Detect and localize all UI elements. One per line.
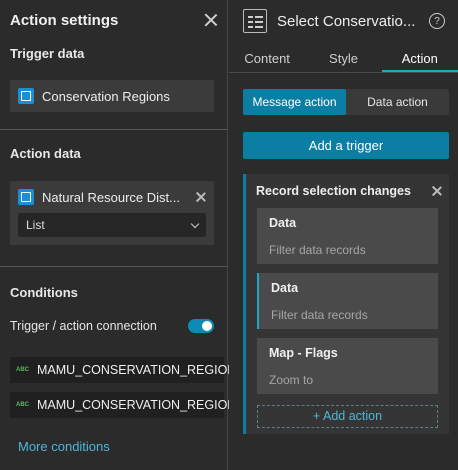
widget-settings-panel: Select Conservatio... ? Content Style Ac…: [229, 0, 458, 470]
conditions-title: Conditions: [10, 285, 78, 300]
add-trigger-button[interactable]: Add a trigger: [243, 132, 449, 159]
settings-tabs: Content Style Action: [229, 45, 458, 73]
action-item[interactable]: Map - Flags Zoom to: [257, 338, 438, 394]
condition-field-name: MAMU_CONSERVATION_REGION: [37, 363, 237, 377]
trigger-header: Record selection changes: [256, 184, 442, 198]
select-widget-icon: [243, 9, 267, 33]
condition-field-name: MAMU_CONSERVATION_REGION: [37, 398, 237, 412]
more-conditions-link[interactable]: More conditions: [18, 439, 110, 454]
close-icon[interactable]: [204, 13, 218, 27]
widget-header: Select Conservatio... ?: [243, 8, 448, 34]
action-settings-header: Action settings: [10, 10, 218, 30]
connection-row: Trigger / action connection: [10, 317, 214, 335]
trigger-data-source[interactable]: Conservation Regions: [10, 80, 214, 112]
trigger-card: Record selection changes Data Filter dat…: [243, 174, 449, 434]
trigger-title: Record selection changes: [256, 184, 411, 198]
tab-style[interactable]: Style: [305, 45, 381, 72]
divider: [0, 129, 228, 130]
view-select[interactable]: List: [18, 213, 206, 237]
chevron-down-icon: [190, 219, 200, 228]
view-select-value: List: [26, 218, 45, 232]
datasource-icon: [18, 189, 34, 205]
datasource-icon: [18, 88, 34, 104]
remove-datasource-icon[interactable]: [196, 192, 206, 202]
condition-field[interactable]: ABC MAMU_CONSERVATION_REGION: [10, 392, 236, 418]
action-item[interactable]: Data Filter data records: [257, 273, 438, 329]
tab-content[interactable]: Content: [229, 45, 305, 72]
action-item-subtitle: Zoom to: [269, 373, 314, 387]
data-action-button[interactable]: Data action: [346, 89, 449, 115]
action-item-title: Data: [269, 216, 297, 230]
panel-title: Action settings: [10, 11, 119, 29]
close-icon[interactable]: [432, 186, 442, 196]
action-type-switch: Message action Data action: [243, 89, 449, 115]
add-action-button[interactable]: + Add action: [257, 405, 438, 428]
action-data-source: Natural Resource Dist... List: [10, 181, 214, 245]
connection-label: Trigger / action connection: [10, 319, 157, 333]
trigger-data-source-label: Conservation Regions: [42, 88, 170, 104]
action-item-title: Map - Flags: [269, 346, 338, 360]
action-item-subtitle: Filter data records: [271, 308, 368, 322]
action-data-source-label[interactable]: Natural Resource Dist...: [42, 190, 196, 205]
divider: [0, 266, 228, 267]
condition-field[interactable]: ABC MAMU_CONSERVATION_REGION: [10, 357, 236, 383]
trigger-data-title: Trigger data: [10, 46, 85, 61]
tab-action[interactable]: Action: [381, 45, 458, 72]
action-item-subtitle: Filter data records: [269, 243, 366, 257]
action-item-title: Data: [271, 281, 299, 295]
message-action-button[interactable]: Message action: [243, 89, 346, 115]
action-settings-panel: Action settings Trigger data Conservatio…: [0, 0, 236, 470]
action-data-title: Action data: [10, 146, 81, 161]
widget-title: Select Conservatio...: [277, 12, 416, 30]
help-icon[interactable]: ?: [429, 13, 445, 29]
connection-toggle[interactable]: [188, 319, 214, 333]
string-field-icon: ABC: [16, 367, 29, 373]
string-field-icon: ABC: [16, 402, 29, 408]
action-item[interactable]: Data Filter data records: [257, 208, 438, 264]
